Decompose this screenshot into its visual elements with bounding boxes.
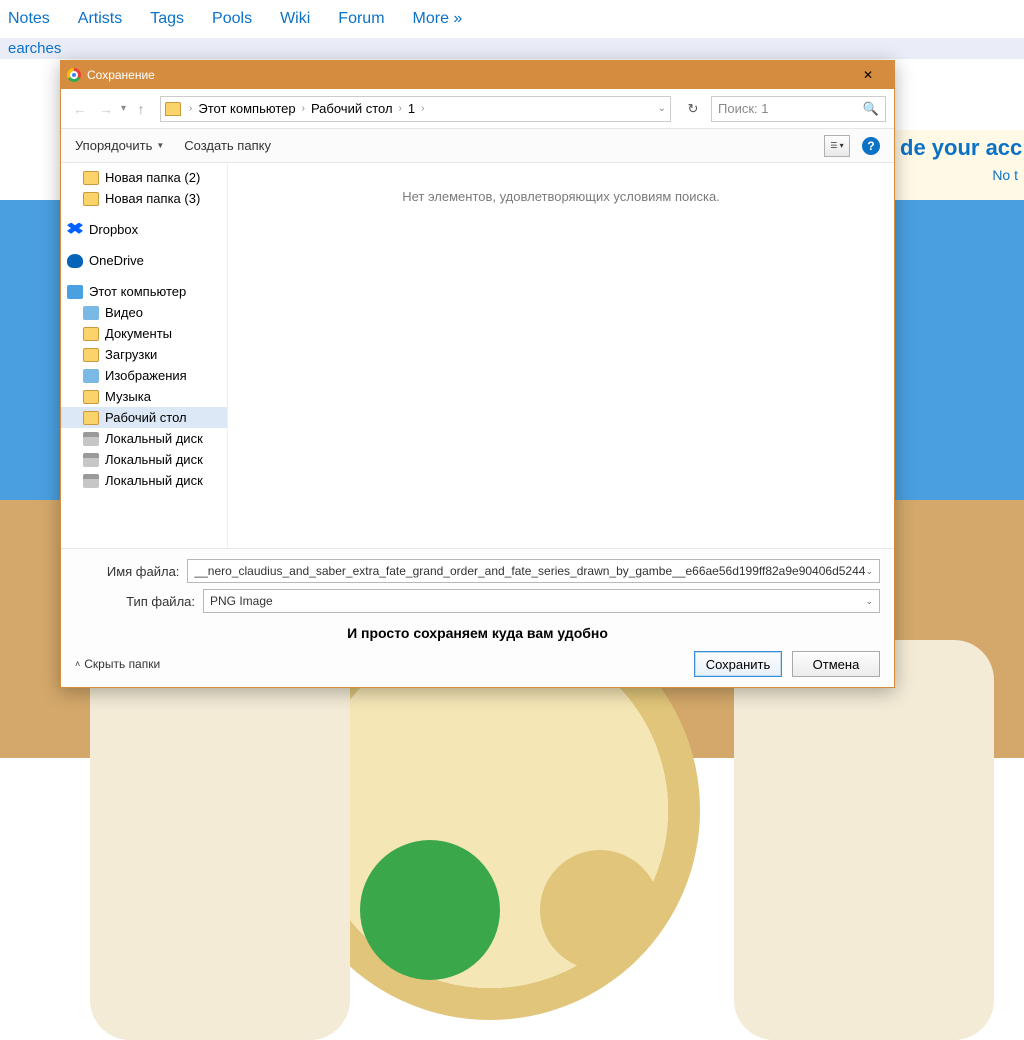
breadcrumb[interactable]: › Этот компьютер›Рабочий стол›1›⌄ bbox=[160, 96, 671, 122]
sidebar-item[interactable]: Локальный диск bbox=[61, 428, 227, 449]
chevron-right-icon: › bbox=[298, 103, 309, 114]
sidebar-item[interactable]: Новая папка (3) bbox=[61, 188, 227, 209]
banner-subtext: No t bbox=[992, 168, 1018, 183]
save-button[interactable]: Сохранить bbox=[694, 651, 782, 677]
search-placeholder: Поиск: 1 bbox=[718, 101, 768, 116]
folder-icon bbox=[83, 390, 99, 404]
drive-icon bbox=[83, 453, 99, 467]
site-nav: Notes Artists Tags Pools Wiki Forum More » bbox=[0, 10, 1024, 28]
search-input[interactable]: Поиск: 1 🔍 bbox=[711, 96, 886, 122]
sidebar[interactable]: Новая папка (2) Новая папка (3) Dropbox One… bbox=[61, 163, 227, 548]
dropbox-icon bbox=[67, 223, 83, 237]
nav-link[interactable]: Artists bbox=[78, 10, 122, 28]
breadcrumb-item[interactable]: Рабочий стол bbox=[311, 101, 393, 116]
img-icon bbox=[83, 369, 99, 383]
empty-message: Нет элементов, удовлетворяющих условиям … bbox=[402, 189, 720, 204]
folder-icon bbox=[83, 348, 99, 362]
sidebar-item[interactable]: Этот компьютер bbox=[61, 281, 227, 302]
sidebar-item[interactable]: Загрузки bbox=[61, 344, 227, 365]
sidebar-item-label: Этот компьютер bbox=[89, 284, 186, 299]
titlebar[interactable]: Сохранение ✕ bbox=[61, 61, 894, 89]
sidebar-item[interactable]: Музыка bbox=[61, 386, 227, 407]
chevron-right-icon: › bbox=[417, 103, 428, 114]
filename-label: Имя файла: bbox=[75, 564, 179, 579]
sidebar-item-label: Документы bbox=[105, 326, 172, 341]
sidebar-item-label: Загрузки bbox=[105, 347, 157, 362]
sidebar-item-label: Dropbox bbox=[89, 222, 138, 237]
img-icon bbox=[83, 306, 99, 320]
onedrive-icon bbox=[67, 254, 83, 268]
help-icon[interactable]: ? bbox=[862, 137, 880, 155]
nav-link[interactable]: Wiki bbox=[280, 10, 310, 28]
banner-title: de your acc bbox=[900, 135, 1022, 160]
nav-link[interactable]: Notes bbox=[8, 10, 50, 28]
new-folder-button[interactable]: Создать папку bbox=[184, 138, 271, 153]
chevron-down-icon: ⌄ bbox=[865, 566, 873, 577]
folder-icon bbox=[83, 411, 99, 425]
hide-folders-toggle[interactable]: ˄Скрыть папки bbox=[75, 657, 160, 671]
sidebar-item-label: Новая папка (2) bbox=[105, 170, 200, 185]
chevron-right-icon: › bbox=[395, 103, 406, 114]
sidebar-item[interactable]: Dropbox bbox=[61, 219, 227, 240]
history-dropdown-icon[interactable]: ▾ bbox=[121, 103, 126, 114]
dialog-title: Сохранение bbox=[87, 68, 155, 82]
sidebar-item-label: Музыка bbox=[105, 389, 151, 404]
save-dialog: Сохранение ✕ ← → ▾ ↑ › Этот компьютер›Ра… bbox=[60, 60, 895, 688]
chrome-icon bbox=[67, 68, 81, 82]
sidebar-item[interactable]: Изображения bbox=[61, 365, 227, 386]
pc-icon bbox=[67, 285, 83, 299]
chevron-down-icon: ⌄ bbox=[865, 596, 873, 607]
sidebar-item-label: Локальный диск bbox=[105, 473, 203, 488]
body: Новая папка (2) Новая папка (3) Dropbox One… bbox=[61, 163, 894, 548]
back-icon: ← bbox=[69, 98, 91, 120]
sub-nav[interactable]: earches bbox=[0, 38, 1024, 59]
folder-icon bbox=[83, 192, 99, 206]
close-icon[interactable]: ✕ bbox=[848, 68, 888, 82]
banner: de your acc No t bbox=[894, 130, 1024, 200]
drive-icon bbox=[83, 432, 99, 446]
sidebar-item-label: OneDrive bbox=[89, 253, 144, 268]
search-icon: 🔍 bbox=[863, 101, 879, 117]
folder-icon bbox=[83, 171, 99, 185]
chevron-down-icon[interactable]: ⌄ bbox=[658, 103, 666, 114]
sidebar-item-label: Рабочий стол bbox=[105, 410, 187, 425]
sidebar-item-label: Новая папка (3) bbox=[105, 191, 200, 206]
filetype-label: Тип файла: bbox=[75, 594, 195, 609]
filename-field[interactable]: __nero_claudius_and_saber_extra_fate_gra… bbox=[187, 559, 880, 583]
filetype-field[interactable]: PNG Image ⌄ bbox=[203, 589, 880, 613]
folder-icon bbox=[165, 102, 181, 116]
drive-icon bbox=[83, 474, 99, 488]
view-button[interactable]: ☰ ▾ bbox=[824, 135, 850, 157]
breadcrumb-item[interactable]: Этот компьютер bbox=[198, 101, 295, 116]
cancel-button[interactable]: Отмена bbox=[792, 651, 880, 677]
refresh-icon[interactable]: ↻ bbox=[679, 96, 707, 122]
sidebar-item-label: Локальный диск bbox=[105, 452, 203, 467]
sidebar-item-label: Изображения bbox=[105, 368, 187, 383]
sidebar-item[interactable]: Локальный диск bbox=[61, 449, 227, 470]
nav-link[interactable]: Pools bbox=[212, 10, 252, 28]
sidebar-item[interactable]: Видео bbox=[61, 302, 227, 323]
sidebar-item[interactable]: Локальный диск bbox=[61, 470, 227, 491]
organize-button[interactable]: Упорядочить▼ bbox=[75, 138, 164, 153]
forward-icon: → bbox=[95, 98, 117, 120]
folder-icon bbox=[83, 327, 99, 341]
sidebar-item[interactable]: Рабочий стол bbox=[61, 407, 227, 428]
toolbar: Упорядочить▼ Создать папку ☰ ▾ ? bbox=[61, 129, 894, 163]
breadcrumb-item[interactable]: 1 bbox=[408, 101, 415, 116]
nav-link[interactable]: Forum bbox=[338, 10, 384, 28]
up-icon[interactable]: ↑ bbox=[130, 98, 152, 120]
footer: Имя файла: __nero_claudius_and_saber_ext… bbox=[61, 548, 894, 687]
sidebar-item[interactable]: OneDrive bbox=[61, 250, 227, 271]
address-bar-row: ← → ▾ ↑ › Этот компьютер›Рабочий стол›1›… bbox=[61, 89, 894, 129]
file-list[interactable]: Нет элементов, удовлетворяющих условиям … bbox=[227, 163, 894, 548]
sidebar-item[interactable]: Новая папка (2) bbox=[61, 167, 227, 188]
nav-link[interactable]: Tags bbox=[150, 10, 184, 28]
sidebar-item[interactable]: Документы bbox=[61, 323, 227, 344]
caption: И просто сохраняем куда вам удобно bbox=[75, 619, 880, 649]
nav-link[interactable]: More » bbox=[413, 10, 463, 28]
sidebar-item-label: Видео bbox=[105, 305, 143, 320]
sidebar-item-label: Локальный диск bbox=[105, 431, 203, 446]
